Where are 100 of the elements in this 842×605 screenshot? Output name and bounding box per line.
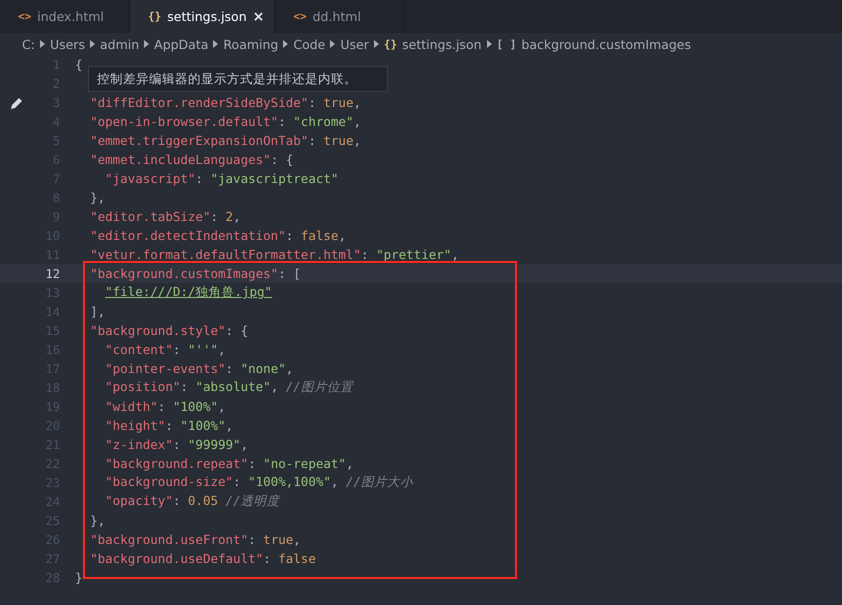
string-value: "''" <box>188 342 218 357</box>
code-punctuation: : <box>172 437 182 452</box>
chevron-right-icon <box>330 40 336 48</box>
line-number: 12 <box>46 266 60 280</box>
code-punctuation: }, <box>90 190 106 205</box>
chevron-right-icon <box>40 40 45 48</box>
code-punctuation: } <box>75 570 83 585</box>
code-punctuation: , <box>240 437 248 452</box>
literal-value: true <box>323 95 354 110</box>
json-key: "width" <box>105 399 158 414</box>
json-key: "background.customImages" <box>90 266 278 281</box>
literal-value: 0.05 <box>188 493 218 508</box>
file-link[interactable]: "file:///D:/独角兽.jpg" <box>105 284 272 299</box>
code-punctuation: : <box>226 361 234 376</box>
code-punctuation: : <box>278 114 287 129</box>
breadcrumb-item[interactable]: settings.json <box>402 36 482 52</box>
code-punctuation: : <box>308 95 317 110</box>
code-comment: //透明度 <box>226 493 280 508</box>
json-key: "pointer-events" <box>105 361 226 376</box>
code-punctuation: : <box>180 379 189 394</box>
code-punctuation: : [ <box>278 266 301 281</box>
code-punctuation: : <box>195 171 204 186</box>
code-punctuation: : { <box>270 152 294 167</box>
code-punctuation: , <box>293 532 301 547</box>
code-punctuation: : <box>263 551 272 566</box>
code-punctuation: : <box>286 228 294 243</box>
json-key: "background.style" <box>90 323 226 338</box>
code-punctuation: , <box>338 228 346 243</box>
literal-value: true <box>263 532 294 547</box>
breadcrumb-item[interactable]: AppData <box>154 36 208 52</box>
json-key: "vetur.format.defaultFormatter.html" <box>90 247 361 262</box>
breadcrumb-item[interactable]: Code <box>293 36 326 52</box>
json-key: "javascript" <box>105 171 196 186</box>
tab-label: index.html <box>37 9 105 24</box>
code-punctuation: { <box>75 57 83 72</box>
json-key: "editor.detectIndentation" <box>90 228 286 243</box>
code-punctuation: : <box>172 342 182 357</box>
code-punctuation: : <box>172 493 182 508</box>
code-punctuation: : { <box>226 323 248 338</box>
code-punctuation: : <box>308 133 317 148</box>
code-punctuation: , <box>218 399 226 414</box>
code-punctuation: , <box>451 247 459 262</box>
code-punctuation: , <box>286 361 294 376</box>
code-punctuation: , <box>270 379 280 394</box>
code-punctuation: : <box>210 209 220 224</box>
tab-label: settings.json <box>167 9 247 24</box>
breadcrumb-item[interactable]: User <box>340 36 369 52</box>
breadcrumb-item[interactable]: admin <box>100 36 140 52</box>
editor-tab[interactable]: {} settings.json × <box>130 0 276 33</box>
string-value: "100%" <box>180 418 226 433</box>
tab-label: dd.html <box>312 9 362 24</box>
string-value: "100%,100%" <box>248 474 331 489</box>
code-punctuation: : <box>248 456 257 471</box>
code-comment: //图片大小 <box>346 474 414 489</box>
code-punctuation: ], <box>90 304 106 319</box>
code-punctuation: , <box>330 474 340 489</box>
code-punctuation: , <box>218 342 226 357</box>
json-key: "open-in-browser.default" <box>90 114 278 129</box>
string-value: "none" <box>240 361 286 376</box>
literal-value: 2 <box>226 209 234 224</box>
code-punctuation: : <box>361 247 370 262</box>
string-value: "javascriptreact" <box>210 171 338 186</box>
code-punctuation: , <box>226 418 234 433</box>
code-punctuation: , <box>354 114 362 129</box>
string-value: "prettier" <box>376 247 452 262</box>
chevron-right-icon <box>283 40 288 48</box>
string-value: "100%" <box>172 399 218 414</box>
json-key: "background.useFront" <box>90 532 248 547</box>
json-key: "background.repeat" <box>105 456 248 471</box>
breadcrumb-item[interactable]: C: <box>22 36 35 52</box>
string-value: "chrome" <box>293 114 354 129</box>
json-key: "emmet.triggerExpansionOnTab" <box>90 133 308 148</box>
code-punctuation: , <box>353 95 362 110</box>
chevron-right-icon <box>486 40 492 48</box>
hover-tooltip: 控制差异编辑器的显示方式是并排还是内联。 <box>88 66 388 92</box>
code-punctuation: : <box>248 532 257 547</box>
chevron-right-icon <box>90 40 95 48</box>
breadcrumb-item[interactable]: Roaming <box>223 36 278 52</box>
chevron-right-icon <box>213 40 218 48</box>
code-punctuation: }, <box>90 513 106 528</box>
code-punctuation: : <box>158 399 166 414</box>
close-icon[interactable]: × <box>252 8 264 24</box>
symbol-icon: [ ] <box>496 38 516 50</box>
literal-value: false <box>278 551 316 566</box>
json-key: "position" <box>105 379 180 394</box>
string-value: "99999" <box>188 437 241 452</box>
json-key: "height" <box>105 418 166 433</box>
literal-value: false <box>300 228 338 243</box>
code-punctuation: , <box>233 209 241 224</box>
code-punctuation: , <box>346 456 354 471</box>
symbol-icon: {} <box>384 38 398 50</box>
chevron-right-icon <box>144 40 150 48</box>
pencil-icon[interactable] <box>10 96 24 110</box>
breadcrumb-item[interactable]: Users <box>50 36 85 52</box>
file-type-icon: {} <box>148 10 162 23</box>
chevron-right-icon <box>374 40 379 48</box>
json-key: "emmet.includeLanguages" <box>90 152 271 167</box>
breadcrumb-item[interactable]: background.customImages <box>521 36 692 52</box>
json-key: "opacity" <box>105 493 173 508</box>
json-key: "diffEditor.renderSideBySide" <box>90 95 308 110</box>
